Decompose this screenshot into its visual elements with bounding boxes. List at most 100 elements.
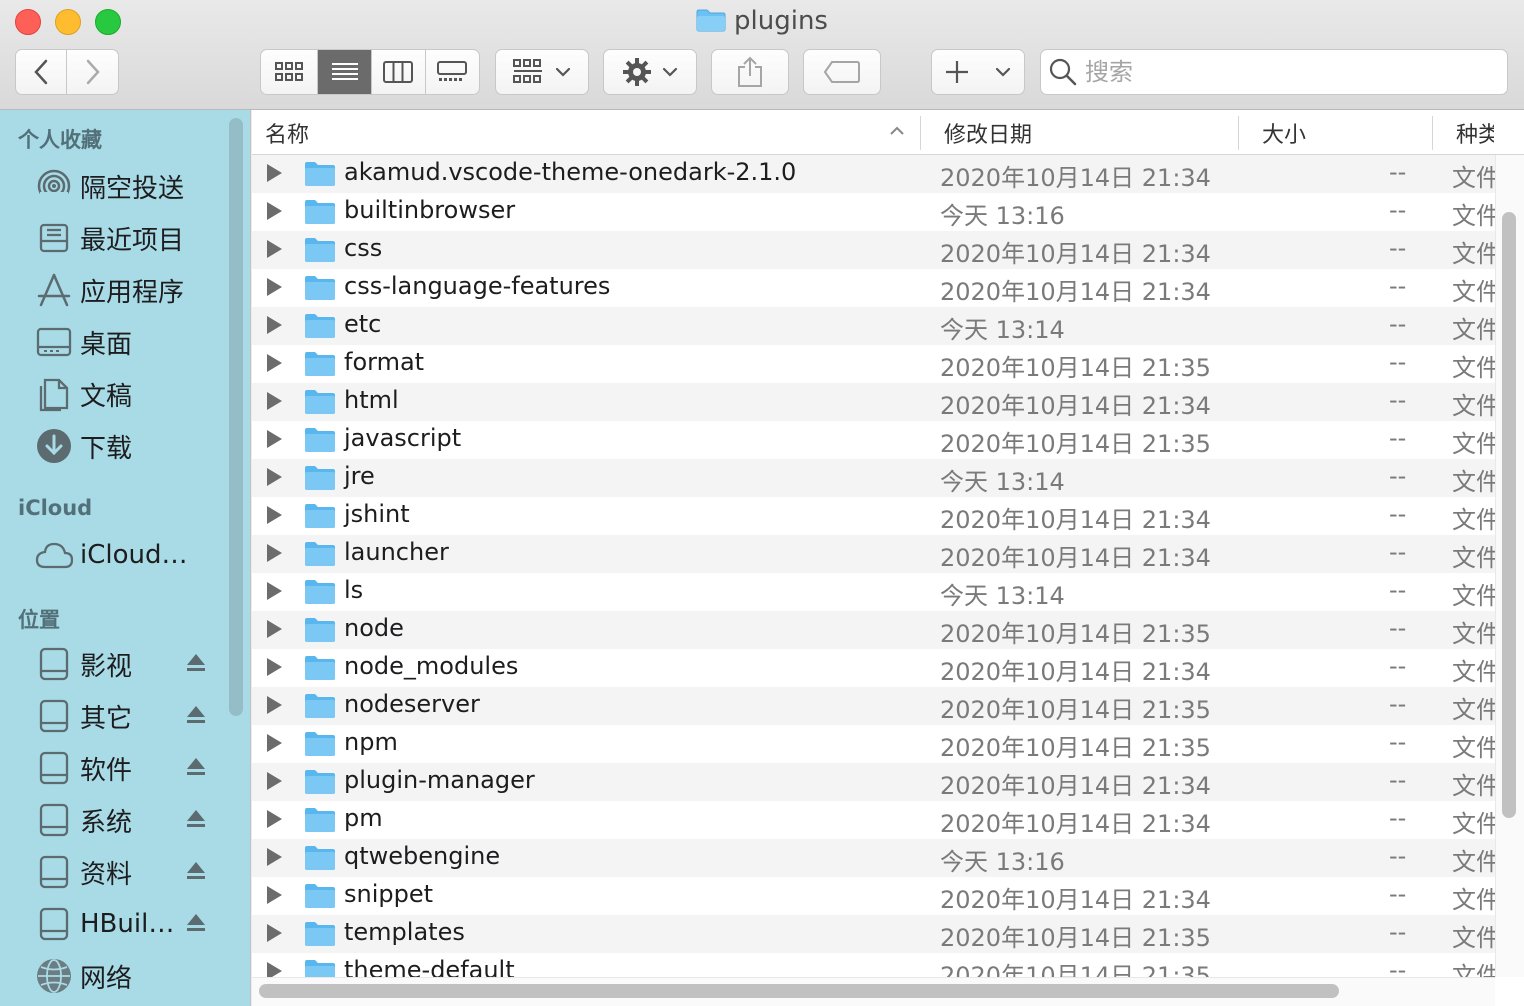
table-row[interactable]: pm 2020年10月14日 21:34 -- 文件夹 [252,801,1495,839]
file-name: templates [344,918,465,946]
sidebar-item-volume[interactable]: 其它 [0,692,228,740]
file-name: format [344,348,425,376]
file-date: 2020年10月14日 21:35 [940,430,1211,458]
forward-button[interactable] [67,50,118,94]
disclosure-triangle-icon[interactable] [267,886,282,904]
disclosure-triangle-icon[interactable] [267,734,282,752]
file-kind: 文件夹 [1452,848,1495,876]
window-title-text: plugins [734,6,828,36]
disclosure-triangle-icon[interactable] [267,240,282,258]
back-button[interactable] [16,50,68,94]
disclosure-triangle-icon[interactable] [267,620,282,638]
eject-icon[interactable] [186,652,206,678]
disclosure-triangle-icon[interactable] [267,544,282,562]
table-row[interactable]: qtwebengine 今天 13:16 -- 文件夹 [252,839,1495,877]
disclosure-triangle-icon[interactable] [267,202,282,220]
tag-button[interactable] [803,49,881,95]
table-row[interactable]: javascript 2020年10月14日 21:35 -- 文件夹 [252,421,1495,459]
table-row[interactable]: jshint 2020年10月14日 21:34 -- 文件夹 [252,497,1495,535]
disclosure-triangle-icon[interactable] [267,316,282,334]
sidebar-scrollbar[interactable] [229,118,243,716]
disclosure-triangle-icon[interactable] [267,468,282,486]
eject-icon[interactable] [186,704,206,730]
disclosure-triangle-icon[interactable] [267,430,282,448]
sidebar-item-recents[interactable]: 最近项目 [0,214,228,262]
table-row[interactable]: node_modules 2020年10月14日 21:34 -- 文件夹 [252,649,1495,687]
sidebar-item-icloud-drive[interactable]: iCloud… [0,531,228,579]
disclosure-triangle-icon[interactable] [267,810,282,828]
eject-icon[interactable] [186,860,206,886]
table-row[interactable]: etc 今天 13:14 -- 文件夹 [252,307,1495,345]
column-header-size[interactable]: 大小 [1262,110,1306,155]
group-button[interactable] [495,49,589,95]
sidebar-item-volume[interactable]: 影视 [0,640,228,688]
disclosure-triangle-icon[interactable] [267,658,282,676]
column-header-name[interactable]: 名称 [265,110,309,155]
list-view-button[interactable] [318,50,372,94]
disclosure-triangle-icon[interactable] [267,506,282,524]
sidebar-item-volume[interactable]: 资料 [0,848,228,896]
folder-icon [304,959,336,977]
table-row[interactable]: akamud.vscode-theme-onedark-2.1.0 2020年1… [252,155,1495,193]
column-header-date[interactable]: 修改日期 [944,110,1032,155]
folder-icon [304,161,336,193]
disclosure-triangle-icon[interactable] [267,962,282,977]
sidebar-item-volume[interactable]: HBuil… [0,900,228,948]
column-divider[interactable] [1238,116,1239,150]
documents-icon [34,374,74,414]
disclosure-triangle-icon[interactable] [267,354,282,372]
table-row[interactable]: css 2020年10月14日 21:34 -- 文件夹 [252,231,1495,269]
disclosure-triangle-icon[interactable] [267,696,282,714]
sidebar-item-downloads[interactable]: 下载 [0,422,228,470]
table-row[interactable]: html 2020年10月14日 21:34 -- 文件夹 [252,383,1495,421]
table-row[interactable]: launcher 2020年10月14日 21:34 -- 文件夹 [252,535,1495,573]
eject-icon[interactable] [186,808,206,834]
table-row[interactable]: format 2020年10月14日 21:35 -- 文件夹 [252,345,1495,383]
table-row[interactable]: theme-default 2020年10月14日 21:35 -- 文件夹 [252,953,1495,977]
column-divider[interactable] [1432,116,1433,150]
table-row[interactable]: jre 今天 13:14 -- 文件夹 [252,459,1495,497]
sidebar-item-desktop[interactable]: 桌面 [0,318,228,366]
column-divider[interactable] [920,116,921,150]
sidebar-item-volume[interactable]: 软件 [0,744,228,792]
sidebar-item-documents[interactable]: 文稿 [0,370,228,418]
file-kind: 文件夹 [1452,962,1495,977]
folder-icon [304,617,336,649]
eject-icon[interactable] [186,756,206,782]
eject-icon[interactable] [186,912,206,938]
disclosure-triangle-icon[interactable] [267,278,282,296]
table-row[interactable]: ls 今天 13:14 -- 文件夹 [252,573,1495,611]
sidebar-item-volume[interactable]: 系统 [0,796,228,844]
disclosure-triangle-icon[interactable] [267,772,282,790]
table-row[interactable]: node 2020年10月14日 21:35 -- 文件夹 [252,611,1495,649]
table-row[interactable]: nodeserver 2020年10月14日 21:35 -- 文件夹 [252,687,1495,725]
gallery-view-button[interactable] [426,50,480,94]
sidebar-item-network[interactable]: 网络 [0,952,228,1000]
table-row[interactable]: npm 2020年10月14日 21:35 -- 文件夹 [252,725,1495,763]
horizontal-scroll-thumb[interactable] [259,984,1339,998]
vertical-scroll-thumb[interactable] [1502,212,1516,818]
table-row[interactable]: plugin-manager 2020年10月14日 21:34 -- 文件夹 [252,763,1495,801]
column-header-kind[interactable]: 种类 [1456,110,1494,155]
disclosure-triangle-icon[interactable] [267,164,282,182]
action-button[interactable] [603,49,697,95]
add-button[interactable] [931,49,1025,95]
table-row[interactable]: builtinbrowser 今天 13:16 -- 文件夹 [252,193,1495,231]
table-row[interactable]: css-language-features 2020年10月14日 21:34 … [252,269,1495,307]
folder-icon [304,199,336,231]
share-button[interactable] [711,49,789,95]
search-field[interactable] [1040,49,1508,95]
disclosure-triangle-icon[interactable] [267,392,282,410]
icon-view-button[interactable] [261,50,319,94]
sidebar-item-applications[interactable]: 应用程序 [0,266,228,314]
file-date: 今天 13:16 [940,848,1065,876]
column-view-button[interactable] [372,50,426,94]
file-date: 2020年10月14日 21:34 [940,506,1211,534]
disclosure-triangle-icon[interactable] [267,924,282,942]
table-row[interactable]: templates 2020年10月14日 21:35 -- 文件夹 [252,915,1495,953]
search-input[interactable] [1085,58,1485,86]
sidebar-item-airdrop[interactable]: 隔空投送 [0,162,228,210]
table-row[interactable]: snippet 2020年10月14日 21:34 -- 文件夹 [252,877,1495,915]
disclosure-triangle-icon[interactable] [267,848,282,866]
disclosure-triangle-icon[interactable] [267,582,282,600]
